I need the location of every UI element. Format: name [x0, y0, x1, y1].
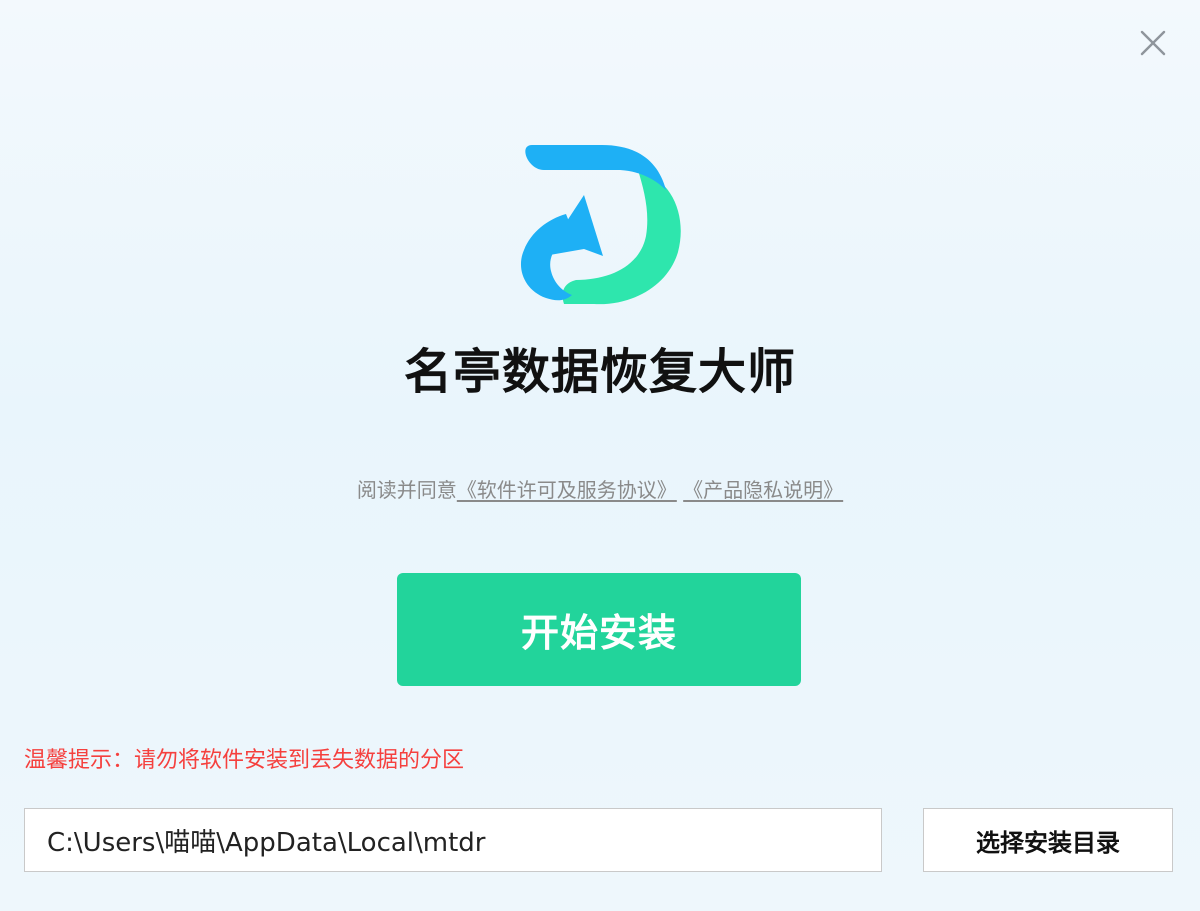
close-button[interactable] [1136, 26, 1170, 60]
agreement-prefix: 阅读并同意 [356, 478, 457, 502]
app-title: 名亭数据恢复大师 [403, 344, 796, 400]
select-install-directory-button[interactable]: 选择安装目录 [923, 808, 1173, 872]
install-path-input[interactable] [24, 808, 882, 872]
agreement-text: 阅读并同意《软件许可及服务协议》 《产品隐私说明》 [0, 474, 1200, 506]
start-install-button[interactable]: 开始安装 [397, 573, 801, 686]
installer-window: 名亭数据恢复大师 阅读并同意《软件许可及服务协议》 《产品隐私说明》 开始安装 … [0, 0, 1200, 911]
app-logo [514, 140, 686, 310]
license-agreement-link[interactable]: 《软件许可及服务协议》 [457, 478, 677, 502]
recovery-logo-icon [520, 145, 681, 305]
warning-tip: 温馨提示：请勿将软件安装到丢失数据的分区 [24, 748, 465, 773]
privacy-policy-link[interactable]: 《产品隐私说明》 [683, 478, 843, 502]
close-icon [1140, 30, 1166, 56]
